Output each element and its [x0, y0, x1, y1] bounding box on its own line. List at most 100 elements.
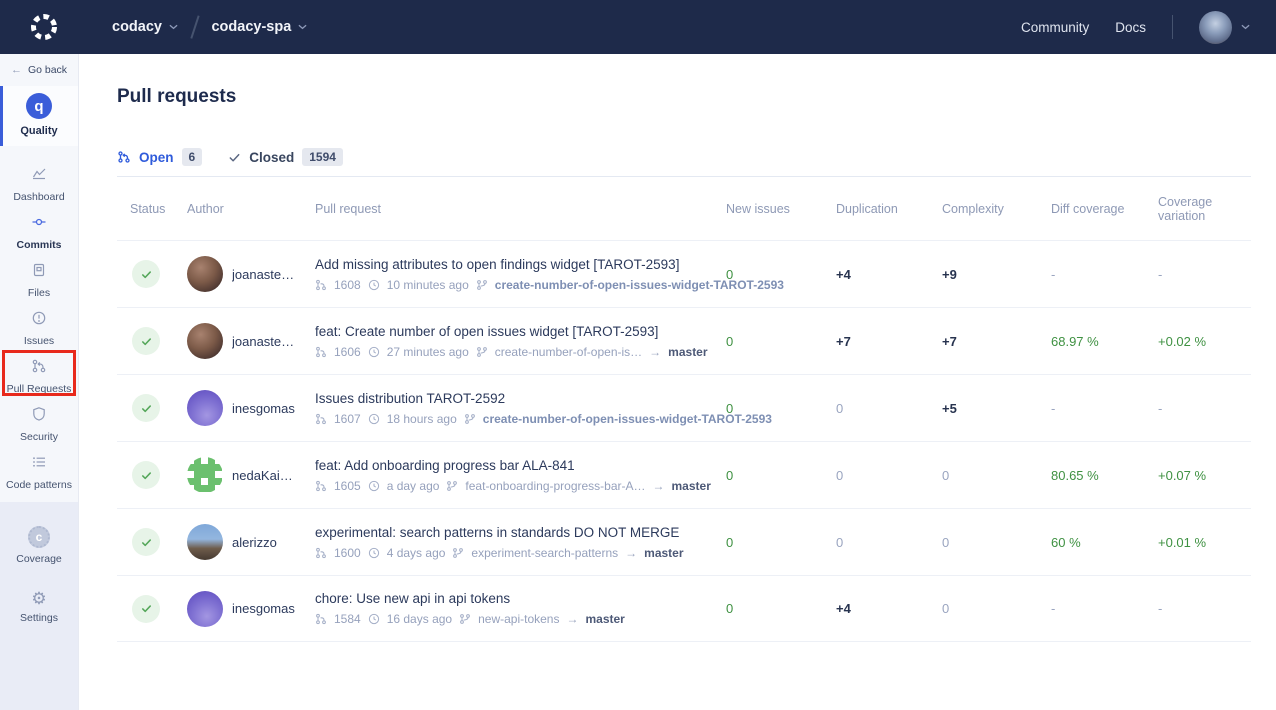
pr-title[interactable]: feat: Create number of open issues widge…: [315, 324, 726, 339]
pr-title[interactable]: feat: Add onboarding progress bar ALA-84…: [315, 458, 726, 473]
avatar[interactable]: [187, 524, 223, 560]
column-header-duplication: Duplication: [836, 202, 942, 216]
source-branch[interactable]: experiment-search-patterns: [471, 546, 618, 560]
new-issues-value: 0: [726, 468, 836, 483]
avatar[interactable]: [187, 256, 223, 292]
sidebar-item-label: Files: [28, 287, 50, 299]
duplication-value: +4: [836, 267, 942, 282]
status-success-icon: [132, 394, 160, 422]
author-name: alerizzo: [232, 535, 277, 550]
column-header-status: Status: [117, 202, 187, 216]
page-title: Pull requests: [117, 86, 236, 108]
pr-age: 27 minutes ago: [387, 345, 469, 359]
table-row[interactable]: joanaste… Add missing attributes to open…: [117, 240, 1251, 307]
table-row[interactable]: nedaKai… feat: Add onboarding progress b…: [117, 441, 1251, 508]
status-success-icon: [132, 595, 160, 623]
source-branch[interactable]: feat-onboarding-progress-bar-A…: [465, 479, 645, 493]
pr-age: 16 days ago: [387, 612, 452, 626]
branch-icon: [476, 346, 488, 358]
table-row[interactable]: inesgomas Issues distribution TAROT-2592…: [117, 374, 1251, 441]
coverage-variation-value: -: [1158, 267, 1251, 282]
tab-open[interactable]: Open 6: [117, 148, 202, 166]
table-body: joanaste… Add missing attributes to open…: [117, 240, 1251, 642]
sidebar-item-commits[interactable]: Commits: [0, 208, 78, 256]
table-row[interactable]: inesgomas chore: Use new api in api toke…: [117, 575, 1251, 642]
gear-icon: ⚙: [31, 590, 46, 607]
user-avatar[interactable]: [1199, 11, 1232, 44]
pull-request-icon: [315, 480, 327, 492]
clock-icon: [368, 613, 380, 625]
clock-icon: [368, 547, 380, 559]
avatar[interactable]: [187, 390, 223, 426]
coverage-variation-value: -: [1158, 601, 1251, 616]
coverage-variation-value: +0.01 %: [1158, 535, 1251, 550]
sidebar-item-settings[interactable]: ⚙ Settings: [0, 576, 78, 638]
pull-requests-table: Status Author Pull request New issues Du…: [117, 177, 1251, 642]
sidebar-item-label: Coverage: [16, 553, 62, 565]
sidebar-item-files[interactable]: Files: [0, 256, 78, 304]
sidebar-item-quality[interactable]: q Quality: [0, 86, 78, 146]
codacy-logo-icon[interactable]: [28, 11, 60, 43]
coverage-variation-value: -: [1158, 401, 1251, 416]
pr-title[interactable]: Add missing attributes to open findings …: [315, 257, 726, 272]
avatar[interactable]: [187, 323, 223, 359]
status-success-icon: [132, 260, 160, 288]
sidebar-item-security[interactable]: Security: [0, 400, 78, 448]
source-branch[interactable]: create-number-of-open-is…: [495, 345, 642, 359]
pr-title[interactable]: Issues distribution TAROT-2592: [315, 391, 726, 406]
user-menu[interactable]: [1199, 11, 1250, 44]
target-branch: master: [644, 546, 683, 560]
sidebar-item-coverage[interactable]: c Coverage: [0, 514, 78, 576]
sidebar-item-label: Pull Requests: [7, 383, 72, 395]
tab-closed[interactable]: Closed 1594: [228, 148, 343, 166]
code-patterns-icon: [31, 454, 47, 475]
main-content: Pull requests Open 6 Closed 1594 Status …: [79, 54, 1276, 710]
pull-request-icon: [117, 150, 131, 164]
repository-selector[interactable]: codacy-spa: [211, 19, 307, 35]
sidebar-item-code-patterns[interactable]: Code patterns: [0, 448, 78, 496]
sidebar-item-label: Security: [20, 431, 58, 443]
new-issues-value: 0: [726, 601, 836, 616]
sidebar-item-issues[interactable]: Issues: [0, 304, 78, 352]
pr-number: 1605: [334, 479, 361, 493]
coverage-icon: c: [28, 526, 50, 548]
sidebar-item-pull-requests[interactable]: Pull Requests: [0, 352, 78, 400]
table-row[interactable]: joanaste… feat: Create number of open is…: [117, 307, 1251, 374]
diff-coverage-value: 60 %: [1051, 535, 1158, 550]
sidebar-item-dashboard[interactable]: Dashboard: [0, 160, 78, 208]
tab-closed-count-badge: 1594: [302, 148, 343, 166]
duplication-value: +7: [836, 334, 942, 349]
pr-age: 4 days ago: [387, 546, 446, 560]
repository-name: codacy-spa: [211, 19, 291, 35]
quality-label: Quality: [20, 125, 57, 137]
source-branch[interactable]: new-api-tokens: [478, 612, 559, 626]
avatar[interactable]: [187, 457, 223, 493]
new-issues-value: 0: [726, 401, 836, 416]
table-row[interactable]: alerizzo experimental: search patterns i…: [117, 508, 1251, 575]
complexity-value: +9: [942, 267, 1051, 282]
sidebar-nav: Dashboard Commits Files Issues Pull Requ…: [0, 160, 78, 496]
coverage-variation-value: +0.02 %: [1158, 334, 1251, 349]
go-back-button[interactable]: ← Go back: [0, 54, 78, 86]
sidebar-secondary-section: c Coverage ⚙ Settings: [0, 502, 78, 710]
pr-age: a day ago: [387, 479, 440, 493]
organization-selector[interactable]: codacy: [112, 19, 178, 35]
clock-icon: [368, 346, 380, 358]
go-back-label: Go back: [28, 64, 67, 76]
avatar[interactable]: [187, 591, 223, 627]
duplication-value: +4: [836, 601, 942, 616]
new-issues-value: 0: [726, 334, 836, 349]
diff-coverage-value: -: [1051, 601, 1158, 616]
pr-title[interactable]: chore: Use new api in api tokens: [315, 591, 726, 606]
column-header-diff-coverage: Diff coverage: [1051, 202, 1158, 216]
docs-link[interactable]: Docs: [1115, 20, 1146, 35]
community-link[interactable]: Community: [1021, 20, 1089, 35]
author-name: inesgomas: [232, 601, 295, 616]
sidebar-item-label: Settings: [20, 612, 58, 624]
new-issues-value: 0: [726, 535, 836, 550]
branch-icon: [446, 480, 458, 492]
duplication-value: 0: [836, 401, 942, 416]
pr-title[interactable]: experimental: search patterns in standar…: [315, 525, 726, 540]
breadcrumb: codacy codacy-spa: [112, 15, 307, 39]
status-success-icon: [132, 461, 160, 489]
